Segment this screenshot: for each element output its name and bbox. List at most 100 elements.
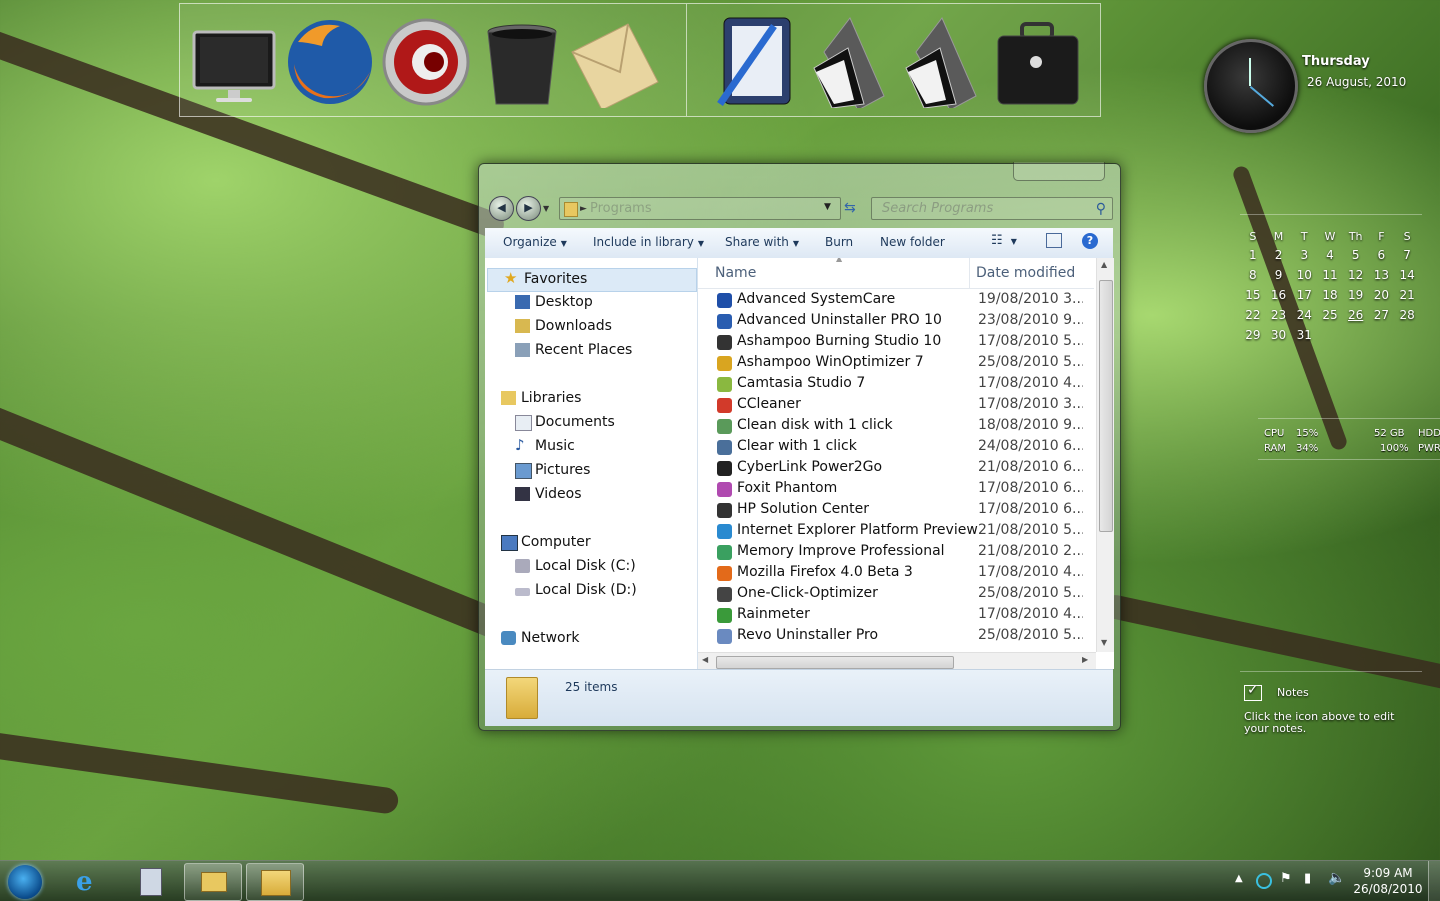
calendar-day[interactable]: 1: [1240, 245, 1266, 265]
file-row[interactable]: CCleaner 17/08/2010 3...: [698, 395, 1094, 416]
taskbar-calculator[interactable]: [122, 863, 178, 899]
briefcase-icon[interactable]: [992, 12, 1084, 108]
recycle-bin-icon[interactable]: [476, 12, 568, 108]
notepad-editor-icon[interactable]: [710, 12, 802, 108]
nav-item-documents[interactable]: Documents: [485, 412, 697, 434]
nav-item-music[interactable]: ♪ Music: [485, 436, 697, 458]
calendar-day[interactable]: 5: [1343, 245, 1369, 265]
calendar-day[interactable]: 12: [1343, 265, 1369, 285]
file-row[interactable]: CyberLink Power2Go 21/08/2010 6...: [698, 458, 1094, 479]
nav-item-computer[interactable]: Computer: [485, 532, 697, 554]
scroll-right-arrow-icon[interactable]: ▶: [1082, 655, 1088, 664]
preview-pane-icon[interactable]: [1046, 233, 1062, 248]
file-row[interactable]: Advanced Uninstaller PRO 10 23/08/2010 9.…: [698, 311, 1094, 332]
calendar-day[interactable]: 9: [1266, 265, 1292, 285]
firefox-icon[interactable]: [284, 12, 376, 108]
calendar-day[interactable]: 20: [1369, 285, 1395, 305]
calendar-day[interactable]: 21: [1394, 285, 1420, 305]
comodo-dragon-icon[interactable]: [380, 12, 472, 108]
tray-app-icon[interactable]: [1256, 873, 1272, 889]
organize-button[interactable]: Organize ▼: [503, 235, 567, 249]
horizontal-scroll-thumb[interactable]: [716, 656, 954, 669]
nav-item-network[interactable]: Network: [485, 628, 697, 650]
file-row[interactable]: Advanced SystemCare 19/08/2010 3...: [698, 290, 1094, 311]
calendar-day[interactable]: 18: [1317, 285, 1343, 305]
scroll-down-arrow-icon[interactable]: ▼: [1101, 638, 1107, 647]
file-row[interactable]: HP Solution Center 17/08/2010 6...: [698, 500, 1094, 521]
calendar-day[interactable]: 2: [1266, 245, 1292, 265]
folder-dark-icon-2[interactable]: [896, 12, 988, 111]
include-in-library-button[interactable]: Include in library ▼: [593, 235, 704, 249]
scroll-up-arrow-icon[interactable]: ▲: [1101, 260, 1107, 269]
volume-icon[interactable]: 🔈: [1328, 870, 1345, 886]
file-row[interactable]: Rainmeter 17/08/2010 4...: [698, 605, 1094, 626]
calendar-day[interactable]: 14: [1394, 265, 1420, 285]
notes-edit-icon[interactable]: ✓: [1244, 682, 1262, 701]
calendar-day[interactable]: 17: [1291, 285, 1317, 305]
calendar-day[interactable]: 4: [1317, 245, 1343, 265]
calendar-day[interactable]: 8: [1240, 265, 1266, 285]
calendar-day[interactable]: 27: [1369, 305, 1395, 325]
taskbar-clock[interactable]: 9:09 AM 26/08/2010: [1352, 865, 1424, 897]
calendar-day[interactable]: 3: [1291, 245, 1317, 265]
scroll-left-arrow-icon[interactable]: ◀: [702, 655, 708, 664]
back-button[interactable]: ◀: [489, 196, 514, 221]
network-signal-icon[interactable]: ▮: [1304, 871, 1311, 886]
calendar-day[interactable]: 25: [1317, 305, 1343, 325]
nav-item-local-disk-c[interactable]: Local Disk (C:): [485, 556, 697, 578]
calendar-day[interactable]: 19: [1343, 285, 1369, 305]
vertical-scrollbar[interactable]: ▲ ▼: [1096, 258, 1114, 652]
help-icon[interactable]: ?: [1082, 233, 1098, 249]
calendar-day[interactable]: 13: [1369, 265, 1395, 285]
calendar-day[interactable]: 31: [1291, 325, 1317, 345]
show-hidden-icons-icon[interactable]: ▲: [1235, 873, 1243, 884]
calendar-day[interactable]: 10: [1291, 265, 1317, 285]
start-button[interactable]: [0, 863, 50, 899]
file-row[interactable]: Revo Uninstaller Pro 25/08/2010 5...: [698, 626, 1094, 647]
taskbar-internet-explorer[interactable]: e: [62, 863, 118, 899]
calendar-day[interactable]: 24: [1291, 305, 1317, 325]
file-row[interactable]: Internet Explorer Platform Preview 21/08/…: [698, 521, 1094, 542]
calendar-day[interactable]: 29: [1240, 325, 1266, 345]
refresh-icon[interactable]: ⇆: [844, 200, 856, 216]
nav-item-local-disk-d[interactable]: Local Disk (D:): [485, 580, 697, 602]
calendar-day[interactable]: 30: [1266, 325, 1292, 345]
chevron-right-icon[interactable]: ►: [580, 198, 587, 220]
action-center-flag-icon[interactable]: ⚑: [1280, 871, 1292, 886]
calendar-day[interactable]: 22: [1240, 305, 1266, 325]
horizontal-scrollbar[interactable]: ◀ ▶: [698, 652, 1096, 669]
calendar-day[interactable]: 6: [1369, 245, 1395, 265]
computer-monitor-icon[interactable]: [188, 12, 280, 108]
recent-pages-dropdown[interactable]: ▼: [543, 204, 549, 213]
taskbar-windows-explorer[interactable]: [246, 863, 304, 901]
vertical-scroll-thumb[interactable]: [1099, 280, 1113, 532]
file-row[interactable]: Foxit Phantom 17/08/2010 6...: [698, 479, 1094, 500]
file-row[interactable]: One-Click-Optimizer 25/08/2010 5...: [698, 584, 1094, 605]
nav-item-desktop[interactable]: Desktop: [485, 292, 697, 314]
folder-dark-icon[interactable]: [804, 12, 896, 111]
column-header-name[interactable]: Name: [715, 265, 756, 281]
nav-item-videos[interactable]: Videos: [485, 484, 697, 506]
file-row[interactable]: Clean disk with 1 click 18/08/2010 9...: [698, 416, 1094, 437]
new-folder-button[interactable]: New folder: [880, 235, 945, 249]
column-header-date-modified[interactable]: Date modified: [976, 265, 1075, 281]
view-options-icon[interactable]: ☷ ▼: [991, 233, 1017, 248]
calendar-day[interactable]: 11: [1317, 265, 1343, 285]
caption-buttons[interactable]: [1013, 162, 1105, 181]
search-input[interactable]: Search Programs ⚲: [871, 197, 1113, 220]
calendar-day[interactable]: 23: [1266, 305, 1292, 325]
file-row[interactable]: Ashampoo WinOptimizer 7 25/08/2010 5...: [698, 353, 1094, 374]
taskbar-window-switcher[interactable]: [184, 863, 242, 901]
calendar-day[interactable]: 16: [1266, 285, 1292, 305]
calendar-day[interactable]: 15: [1240, 285, 1266, 305]
file-row[interactable]: Ashampoo Burning Studio 10 17/08/2010 5..…: [698, 332, 1094, 353]
nav-item-pictures[interactable]: Pictures: [485, 460, 697, 482]
show-desktop-button[interactable]: [1428, 861, 1440, 901]
share-with-button[interactable]: Share with ▼: [725, 235, 799, 249]
burn-button[interactable]: Burn: [825, 235, 853, 249]
nav-item-recent-places[interactable]: Recent Places: [485, 340, 697, 362]
calendar-day[interactable]: 28: [1394, 305, 1420, 325]
forward-button[interactable]: ▶: [516, 196, 541, 221]
file-row[interactable]: Memory Improve Professional 21/08/2010 2.…: [698, 542, 1094, 563]
nav-item-libraries[interactable]: Libraries: [485, 388, 697, 410]
